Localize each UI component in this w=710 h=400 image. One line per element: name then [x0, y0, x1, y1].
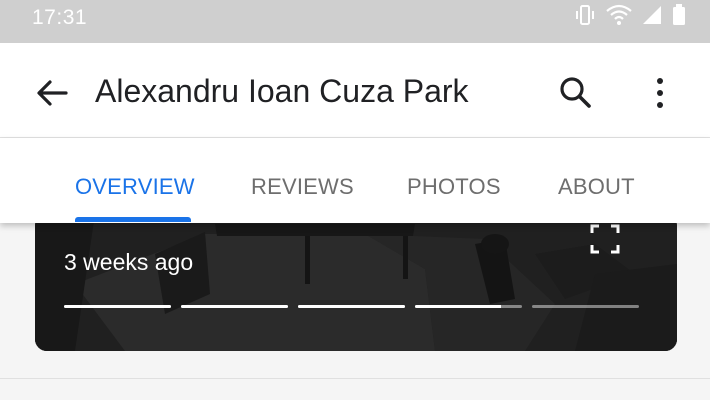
tab-photos[interactable]: PHOTOS — [407, 174, 501, 200]
story-progress — [64, 305, 639, 308]
battery-icon — [673, 4, 685, 25]
fullscreen-button[interactable] — [588, 222, 622, 256]
status-time: 17:31 — [32, 6, 88, 29]
back-button[interactable] — [32, 73, 72, 113]
wifi-icon — [606, 4, 632, 25]
app-bar: Alexandru Ioan Cuza Park — [0, 43, 710, 138]
divider — [0, 378, 710, 379]
status-bar: 17:31 — [0, 0, 710, 43]
status-icons — [574, 4, 686, 26]
search-icon — [560, 77, 591, 108]
story-progress-segment — [415, 305, 522, 308]
more-vert-icon — [657, 78, 663, 108]
tab-bar: OVERVIEW REVIEWS PHOTOS ABOUT — [0, 138, 710, 223]
tab-about[interactable]: ABOUT — [558, 174, 635, 200]
story-progress-segment — [298, 305, 405, 308]
active-tab-indicator — [75, 217, 191, 222]
page-title: Alexandru Ioan Cuza Park — [95, 73, 469, 109]
story-progress-segment — [532, 305, 639, 308]
signal-icon — [643, 6, 661, 24]
park-photo — [35, 214, 677, 351]
tab-overview[interactable]: OVERVIEW — [75, 174, 195, 200]
story-progress-segment — [64, 305, 171, 308]
story-progress-segment — [181, 305, 288, 308]
vibrate-icon — [576, 5, 594, 25]
tab-reviews[interactable]: REVIEWS — [251, 174, 354, 200]
story-time-ago: 3 weeks ago — [64, 249, 194, 275]
more-options-button[interactable] — [642, 73, 682, 113]
photo-story-card[interactable]: 3 weeks ago — [35, 214, 677, 351]
fullscreen-icon — [590, 224, 620, 254]
arrow-back-icon — [37, 80, 68, 106]
search-button[interactable] — [556, 73, 596, 113]
